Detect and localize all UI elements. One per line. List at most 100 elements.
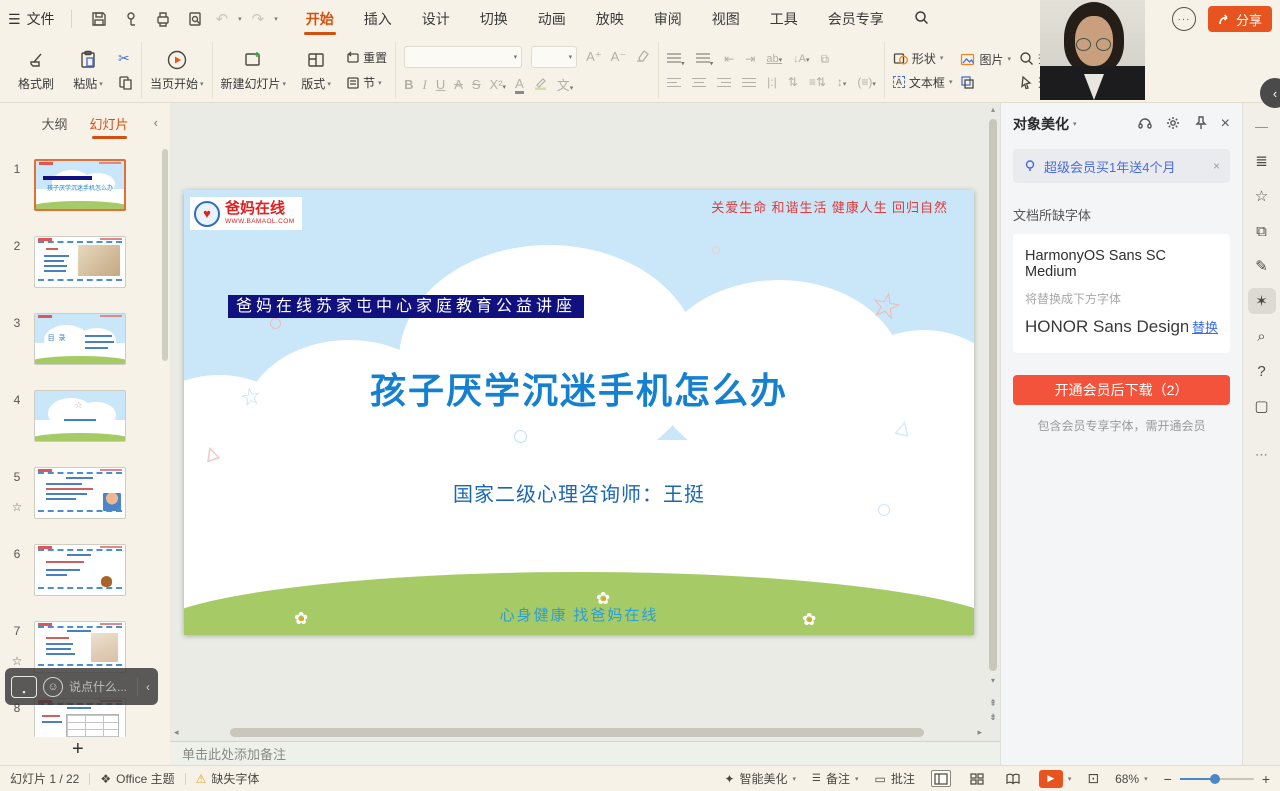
headset-icon[interactable] (1137, 115, 1153, 134)
para-spacing-icon[interactable]: ≡⇅ (809, 75, 826, 89)
line-spacing-button[interactable]: ↕▾ (837, 75, 847, 89)
font-name-select[interactable]: ▾ (404, 46, 522, 68)
slide-sorter-view-button[interactable] (967, 770, 987, 787)
slide-thumbnail-4[interactable]: ☆ (34, 390, 126, 442)
zoom-slider-knob[interactable] (1210, 774, 1220, 784)
undo-icon[interactable]: ↶ (216, 10, 229, 28)
slide-title-text[interactable]: 孩子厌学沉迷手机怎么办 (184, 362, 974, 414)
tab-design[interactable]: 设计 (420, 1, 452, 37)
vertical-scroll-thumb[interactable] (989, 119, 997, 671)
dismiss-promo-icon[interactable]: × (1213, 159, 1220, 173)
slide-banner-text[interactable]: 爸妈在线苏家屯中心家庭教育公益讲座 (228, 295, 584, 318)
screen-share-icon[interactable]: ▪ (11, 676, 37, 698)
shapes-button[interactable]: 形状▾ (893, 50, 953, 67)
quickbar-caret-icon[interactable]: ▾ (274, 15, 278, 23)
zoom-out-button[interactable]: − (1164, 771, 1172, 787)
member-download-button[interactable]: 开通会员后下载（2） (1013, 375, 1230, 405)
copy-button[interactable] (118, 75, 133, 90)
panel-scrollbar[interactable] (162, 149, 168, 361)
gear-icon[interactable] (1165, 115, 1181, 134)
scroll-right-icon[interactable]: ▸ (977, 727, 982, 738)
bullets-button[interactable]: ▾ (667, 51, 685, 69)
notes-bar[interactable]: 单击此处添加备注 (170, 741, 1000, 765)
bold-button[interactable]: B (404, 77, 413, 92)
tab-slides[interactable]: 幻灯片 (88, 108, 131, 139)
rail-transition-icon[interactable]: ⧉ (1248, 218, 1276, 244)
reset-button[interactable]: 重置 (346, 49, 387, 66)
textbox-button[interactable]: A 文本框▾ (893, 74, 953, 91)
vertical-scrollbar[interactable]: ▴ ▾ (987, 105, 999, 685)
pin-icon[interactable] (1193, 115, 1209, 134)
convert-diagram-icon[interactable]: ⧉ (820, 52, 829, 67)
rail-help-icon[interactable]: ? (1248, 358, 1276, 384)
export-icon[interactable] (120, 8, 142, 30)
rail-reference-icon[interactable]: ⌕ (1248, 323, 1276, 349)
slide-thumbnail-7[interactable] (34, 621, 126, 673)
smart-align-button[interactable]: (≡)▾ (857, 75, 876, 89)
layout-button[interactable]: 版式▾ (294, 48, 338, 92)
decrease-indent-icon[interactable]: ⇤ (724, 52, 734, 66)
slide-thumbnail-5[interactable] (34, 467, 126, 519)
zoom-in-button[interactable]: + (1262, 771, 1270, 787)
tab-outline[interactable]: 大纲 (39, 108, 69, 139)
next-slide-icon[interactable]: ⇟ (989, 712, 997, 723)
tab-review[interactable]: 审阅 (652, 1, 684, 37)
rail-properties-icon[interactable]: ≣ (1248, 148, 1276, 174)
chat-input[interactable]: 说点什么... (69, 678, 131, 695)
horizontal-scrollbar[interactable]: ◂ ▸ (170, 725, 1000, 741)
normal-view-button[interactable] (931, 770, 951, 787)
undo-caret-icon[interactable]: ▾ (238, 15, 242, 23)
increase-indent-icon[interactable]: ⇥ (745, 52, 755, 66)
numbering-button[interactable]: ▾ (696, 51, 714, 69)
notes-button[interactable]: ☰ 备注 ▾ (812, 770, 859, 787)
slide-footer-text[interactable]: 心身健康 找爸妈在线 (184, 604, 974, 625)
rail-collapse-icon[interactable]: — (1248, 113, 1276, 139)
char-spacing-button[interactable]: ab▾ (766, 53, 782, 65)
redo-icon[interactable]: ↷ (252, 10, 265, 28)
slide-presenter-text[interactable]: 国家二级心理咨询师：王挺 (184, 478, 974, 507)
webcam-video[interactable] (1040, 0, 1145, 100)
italic-button[interactable]: I (422, 77, 426, 93)
tab-view[interactable]: 视图 (710, 1, 742, 37)
tab-member[interactable]: 会员专享 (826, 1, 886, 37)
superscript-button[interactable]: X²▾ (490, 77, 507, 92)
slide-thumbnail-3[interactable]: 目 录 (34, 313, 126, 365)
emoji-icon[interactable]: ☺ (43, 677, 63, 697)
reading-view-button[interactable] (1003, 770, 1023, 787)
align-left-icon[interactable] (667, 75, 681, 90)
decrease-font-button[interactable]: A⁻ (611, 49, 627, 65)
panel-title[interactable]: 对象美化 (1013, 114, 1069, 134)
section-button[interactable]: 节▾ (346, 74, 387, 91)
play-from-current-button[interactable]: 当页开始▾ (150, 48, 204, 92)
clear-format-icon[interactable] (635, 49, 650, 65)
tab-tools[interactable]: 工具 (768, 1, 800, 37)
font-size-select[interactable]: ▾ (531, 46, 577, 68)
slide-thumbnail-1[interactable]: 孩子厌学沉迷手机怎么办 (34, 159, 126, 211)
rail-animation-icon[interactable]: ☆ (1248, 183, 1276, 209)
underline-button[interactable]: U (436, 77, 445, 92)
smart-beautify-button[interactable]: ✦ 智能美化 ▾ (724, 770, 796, 787)
slide-thumbnail-2[interactable] (34, 236, 126, 288)
ribbon-search-icon[interactable] (912, 2, 931, 36)
add-slide-button[interactable]: + (72, 738, 84, 761)
theme-button[interactable]: ❖ Office 主题 (100, 770, 174, 787)
scroll-down-icon[interactable]: ▾ (987, 676, 999, 685)
share-button[interactable]: 分享 (1208, 6, 1272, 32)
format-painter-button[interactable]: 格式刷 (14, 48, 58, 92)
play-options-caret-icon[interactable]: ▾ (1068, 775, 1072, 783)
increase-font-button[interactable]: A⁺ (586, 49, 602, 65)
file-menu-button[interactable]: ☰ 文件 (8, 9, 55, 29)
align-right-icon[interactable] (717, 75, 731, 90)
zoom-level-button[interactable]: 68% ▾ (1115, 772, 1148, 786)
rail-ink-icon[interactable]: ✎ (1248, 253, 1276, 279)
tab-transition[interactable]: 切换 (478, 1, 510, 37)
picture-button[interactable]: 图片▾ (960, 51, 1011, 68)
chat-collapse-icon[interactable]: ‹ (144, 680, 152, 694)
scroll-up-icon[interactable]: ▴ (987, 105, 999, 114)
tab-slideshow[interactable]: 放映 (594, 1, 626, 37)
highlight-color-button[interactable] (533, 77, 548, 93)
close-panel-icon[interactable]: × (1221, 115, 1230, 133)
previous-slide-icon[interactable]: ⇞ (989, 698, 997, 709)
row-spacing-icon[interactable]: ⇅ (788, 75, 798, 89)
member-promo-banner[interactable]: 超级会员买1年送4个月 × (1013, 149, 1230, 183)
